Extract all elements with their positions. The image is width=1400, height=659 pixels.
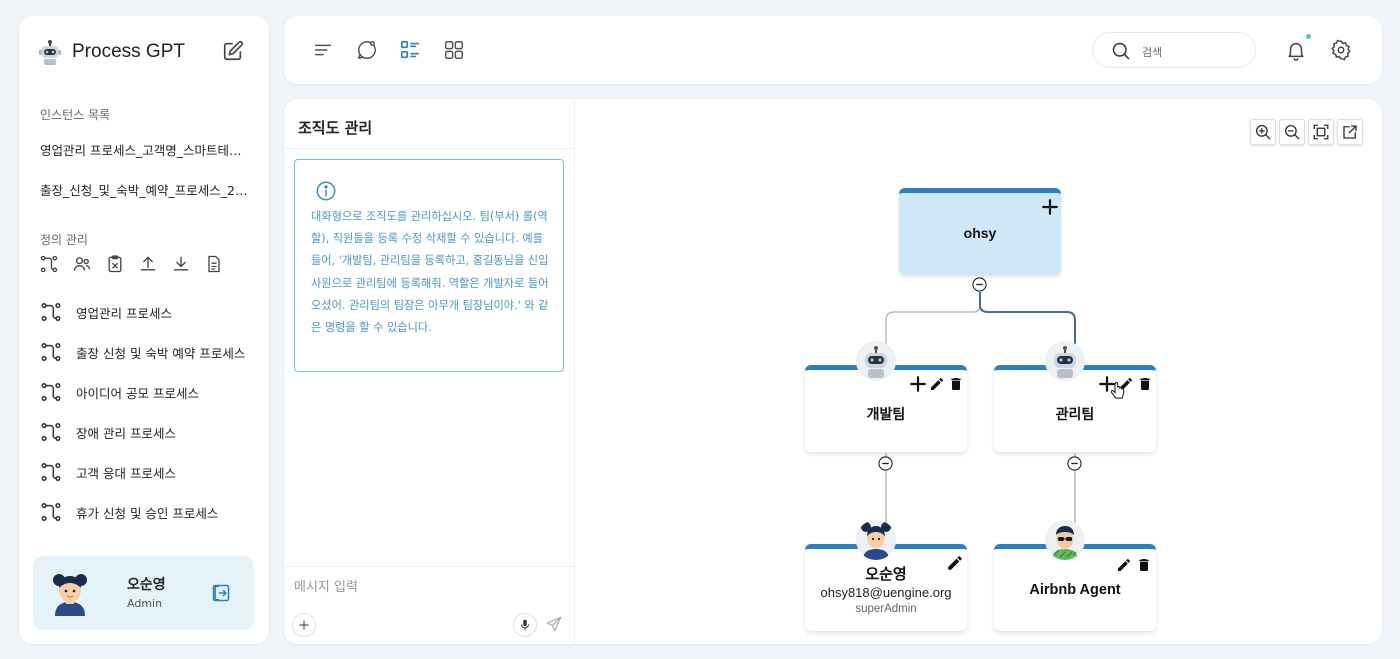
process-item-label: 영업관리 프로세스 xyxy=(76,305,172,321)
process-list: 영업관리 프로세스 출장 신청 및 숙박 예약 프로세스 아이디어 공모 프로세… xyxy=(40,292,245,532)
user-role: Admin xyxy=(127,597,163,610)
upload-icon[interactable] xyxy=(138,254,158,274)
org-node-root[interactable]: ohsy xyxy=(899,188,1061,275)
node-label: 관리팀 xyxy=(1055,406,1095,422)
trash-icon[interactable] xyxy=(1137,376,1153,392)
attach-button[interactable] xyxy=(292,613,316,637)
process-flow-icon xyxy=(41,423,61,441)
user-card[interactable]: 오순영 Admin xyxy=(33,556,254,630)
agent-avatar xyxy=(1045,520,1085,560)
process-flow-icon xyxy=(41,503,61,521)
robot-logo-icon xyxy=(39,40,61,65)
collapse-toggle-icon[interactable] xyxy=(1067,456,1082,471)
member-role: superAdmin xyxy=(855,603,917,615)
send-icon[interactable] xyxy=(545,615,563,633)
definitions-section-label: 정의 관리 xyxy=(40,233,88,247)
info-icon xyxy=(316,181,336,201)
node-label: ohsy xyxy=(963,225,997,241)
app-title: Process GPT xyxy=(72,41,185,62)
node-label: 개발팀 xyxy=(866,406,906,422)
collapse-toggle-icon[interactable] xyxy=(972,277,987,292)
pencil-icon[interactable] xyxy=(1116,557,1132,573)
new-chat-edit-icon[interactable] xyxy=(222,40,244,62)
collapse-toggle-icon[interactable] xyxy=(878,456,893,471)
pencil-icon[interactable] xyxy=(929,376,945,392)
voice-input-button[interactable] xyxy=(513,613,537,637)
process-item-label: 휴가 신청 및 승인 프로세스 xyxy=(76,505,219,521)
mouse-cursor-icon xyxy=(1111,382,1125,399)
sidebar: Process GPT 인스턴스 목록 영업관리 프로세스_고객명_스마트테크_… xyxy=(19,16,269,644)
organization-icon[interactable] xyxy=(72,254,92,274)
plus-icon xyxy=(299,620,309,630)
process-flow-icon xyxy=(41,463,61,481)
instances-section-label: 인스턴스 목록 xyxy=(40,108,111,122)
org-connectors xyxy=(885,292,1076,544)
panel-title: 조직도 관리 xyxy=(298,119,373,137)
logout-icon[interactable] xyxy=(211,583,231,603)
process-item-label: 고객 응대 프로세스 xyxy=(76,465,176,481)
process-item[interactable]: 휴가 신청 및 승인 프로세스 xyxy=(40,492,245,532)
info-text: 대화형으로 조직도를 관리하십시오. 팀(부서) 롤(역할), 직원들을 등록 … xyxy=(311,210,549,335)
clipboard-icon[interactable] xyxy=(105,254,125,274)
grid-view-icon[interactable] xyxy=(443,39,465,61)
trash-icon[interactable] xyxy=(948,376,964,392)
trash-icon[interactable] xyxy=(1136,557,1152,573)
chat-bubble-icon[interactable] xyxy=(356,39,378,61)
divider xyxy=(284,148,575,149)
divider xyxy=(284,566,575,567)
instance-item[interactable]: 영업관리 프로세스_고객명_스마트테크_주문일자_2024-08-01 xyxy=(40,140,250,159)
brand[interactable]: Process GPT xyxy=(36,38,185,66)
process-flow-icon xyxy=(41,383,61,401)
bell-icon[interactable] xyxy=(1285,39,1307,61)
pencil-icon[interactable] xyxy=(946,554,964,572)
definition-toolbar xyxy=(39,254,224,274)
download-icon[interactable] xyxy=(171,254,191,274)
message-input[interactable] xyxy=(294,575,564,599)
user-name: 오순영 xyxy=(127,577,166,593)
process-item[interactable]: 아이디어 공모 프로세스 xyxy=(40,372,245,412)
top-bar: 검색 xyxy=(284,16,1382,84)
add-child-icon[interactable] xyxy=(909,375,927,393)
search-input[interactable]: 검색 xyxy=(1092,32,1256,68)
info-alert: 대화형으로 조직도를 관리하십시오. 팀(부서) 롤(역할), 직원들을 등록 … xyxy=(294,159,564,372)
chat-panel: 조직도 관리 대화형으로 조직도를 관리하십시오. 팀(부서) 롤(역할), 직… xyxy=(284,99,575,644)
process-flow-icon xyxy=(41,303,61,321)
process-map-icon[interactable] xyxy=(39,254,59,274)
search-placeholder: 검색 xyxy=(1142,46,1163,59)
member-name: 오순영 xyxy=(865,566,907,583)
microphone-icon xyxy=(521,619,529,631)
process-item[interactable]: 출장 신청 및 숙박 예약 프로세스 xyxy=(40,332,245,372)
list-view-icon[interactable] xyxy=(399,39,421,61)
instance-item[interactable]: 출장_신청_및_숙박_예약_프로세스_2024 xyxy=(40,180,250,199)
user-avatar xyxy=(53,574,87,616)
process-item[interactable]: 영업관리 프로세스 xyxy=(40,292,245,332)
process-item[interactable]: 고객 응대 프로세스 xyxy=(40,452,245,492)
add-child-icon[interactable] xyxy=(1041,198,1059,216)
process-item-label: 장애 관리 프로세스 xyxy=(76,425,176,441)
member-name: Airbnb Agent xyxy=(1029,582,1121,598)
member-email: ohsy818@uengine.org xyxy=(820,585,952,600)
search-icon xyxy=(1112,42,1130,60)
process-flow-icon xyxy=(41,343,61,361)
document-icon[interactable] xyxy=(204,254,224,274)
user-avatar xyxy=(856,520,896,560)
notification-dot xyxy=(1306,34,1311,39)
process-item-label: 아이디어 공모 프로세스 xyxy=(76,385,199,401)
gear-icon[interactable] xyxy=(1330,39,1352,61)
menu-toggle-icon[interactable] xyxy=(312,39,334,61)
process-item-label: 출장 신청 및 숙박 예약 프로세스 xyxy=(76,345,246,361)
org-chart-canvas[interactable]: ohsy 개발팀 관리팀 오순영 ohsy818@uengine.org sup… xyxy=(575,99,1382,644)
process-item[interactable]: 장애 관리 프로세스 xyxy=(40,412,245,452)
robot-avatar-icon xyxy=(1045,341,1085,381)
main-panel: 조직도 관리 대화형으로 조직도를 관리하십시오. 팀(부서) 롤(역할), 직… xyxy=(284,99,1382,644)
robot-avatar-icon xyxy=(856,341,896,381)
